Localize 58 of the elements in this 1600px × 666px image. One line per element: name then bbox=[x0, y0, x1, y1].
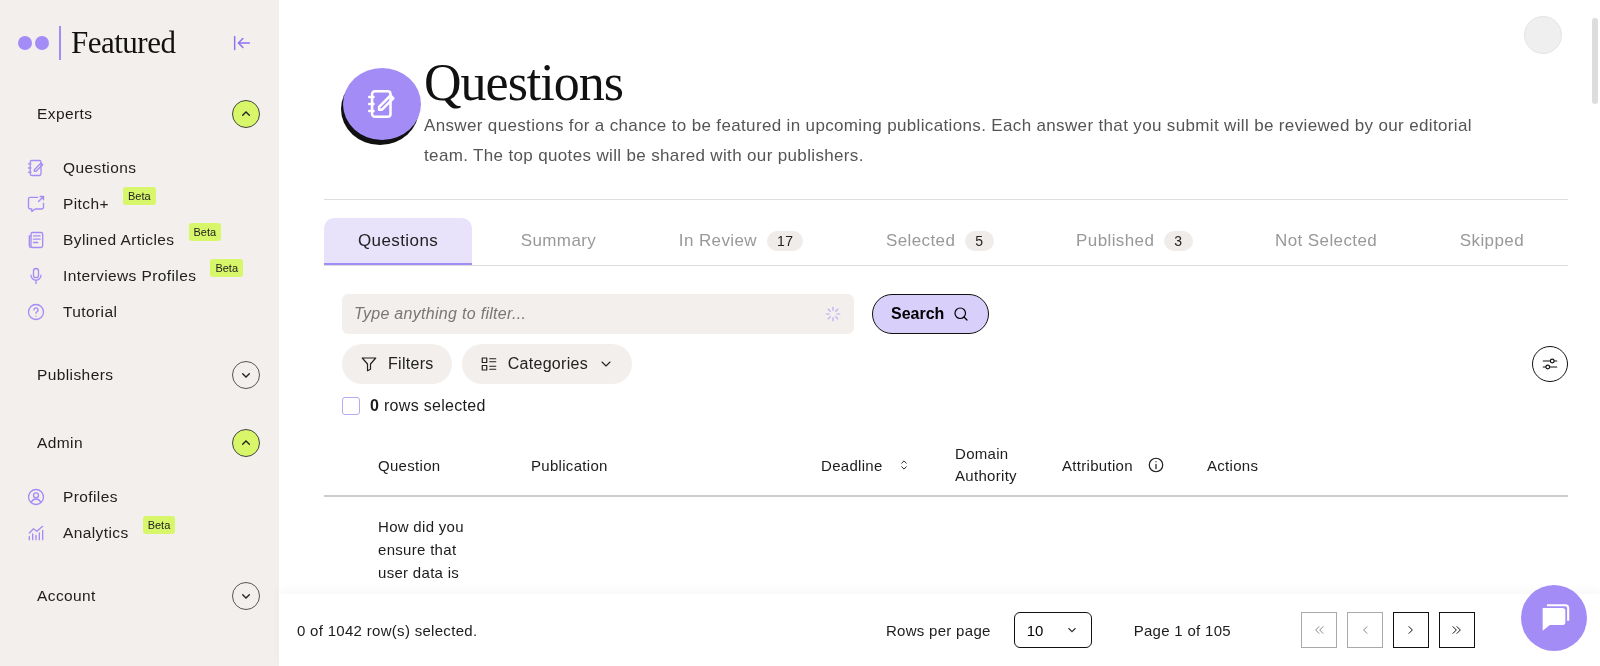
categories-dropdown[interactable]: Categories bbox=[461, 344, 633, 384]
quote-mark-icon bbox=[18, 36, 49, 50]
list-icon bbox=[479, 355, 498, 373]
tab[interactable]: Published 3 bbox=[1042, 218, 1227, 265]
count-badge: 17 bbox=[767, 230, 804, 251]
notebook-icon bbox=[26, 157, 46, 178]
column-header: Publication bbox=[531, 456, 608, 474]
count-badge: 3 bbox=[1164, 230, 1193, 251]
column-header: Question bbox=[378, 456, 441, 474]
count-badge: 5 bbox=[965, 230, 994, 251]
selection-count: 0 rows selected bbox=[370, 397, 486, 415]
column-header: Actions bbox=[1207, 456, 1259, 474]
nav-link[interactable]: Tutorial bbox=[63, 302, 118, 321]
last-page-button[interactable] bbox=[1439, 612, 1475, 648]
page-title: Questions bbox=[424, 55, 624, 111]
nav-link[interactable]: Analytics bbox=[63, 523, 129, 542]
search-button[interactable]: Search bbox=[872, 294, 990, 334]
rows-per-page-label: Rows per page bbox=[885, 621, 991, 639]
column-header: Domain Authority bbox=[955, 444, 1018, 486]
message-arrow-icon bbox=[26, 193, 46, 214]
logo-text: Featured bbox=[71, 25, 176, 61]
spinner-icon bbox=[824, 305, 842, 323]
page-indicator: Page 1 of 105 bbox=[1133, 621, 1231, 639]
tab[interactable]: Selected 5 bbox=[851, 218, 1028, 265]
section-title: Experts bbox=[37, 105, 93, 123]
collapse-button[interactable] bbox=[232, 429, 260, 457]
scrollbar[interactable] bbox=[1592, 18, 1598, 104]
info-icon bbox=[1146, 456, 1165, 474]
section-title: Publishers bbox=[37, 366, 114, 384]
collapse-button[interactable] bbox=[232, 100, 260, 128]
next-page-button[interactable] bbox=[1393, 612, 1429, 648]
nav-link[interactable]: Profiles bbox=[63, 487, 118, 506]
page-description: Answer questions for a chance to be featured in upcoming publications. Each answer that you submit will be reviewed by our editorial team. The top quotes will be shared with our publishers. bbox=[424, 115, 1473, 167]
beta-badge: Beta bbox=[210, 258, 243, 277]
tab[interactable]: In Review 17 bbox=[644, 218, 838, 265]
question-text: How did you ensure that user data is bbox=[378, 517, 465, 583]
nav-link[interactable]: Questions bbox=[63, 158, 137, 177]
sliders-button[interactable] bbox=[1532, 346, 1568, 382]
column-header[interactable]: Deadline bbox=[821, 456, 883, 474]
user-circle-icon bbox=[26, 486, 46, 507]
beta-badge: Beta bbox=[188, 222, 222, 241]
rows-per-page-dropdown[interactable]: 10 bbox=[1013, 612, 1092, 648]
search-field[interactable]: Type anything to filter... bbox=[342, 294, 854, 334]
question-icon bbox=[26, 301, 46, 322]
section-title: Account bbox=[37, 587, 96, 605]
selection-summary: 0 of 1042 row(s) selected. bbox=[297, 621, 478, 639]
nav-link[interactable]: Bylined Articles bbox=[63, 230, 175, 249]
funnel-icon bbox=[360, 355, 378, 373]
beta-badge: Beta bbox=[122, 186, 156, 205]
nav-link[interactable]: Interviews Profiles bbox=[63, 266, 197, 285]
newspaper-icon bbox=[26, 229, 46, 250]
column-header: Attribution bbox=[1062, 456, 1133, 474]
section-title: Admin bbox=[37, 434, 83, 452]
checkbox[interactable] bbox=[342, 397, 360, 415]
tab[interactable]: Questions bbox=[324, 218, 473, 265]
filters-button[interactable]: Filters bbox=[342, 344, 452, 384]
beta-badge: Beta bbox=[142, 515, 176, 534]
nav-link[interactable]: Pitch+ bbox=[63, 194, 109, 213]
